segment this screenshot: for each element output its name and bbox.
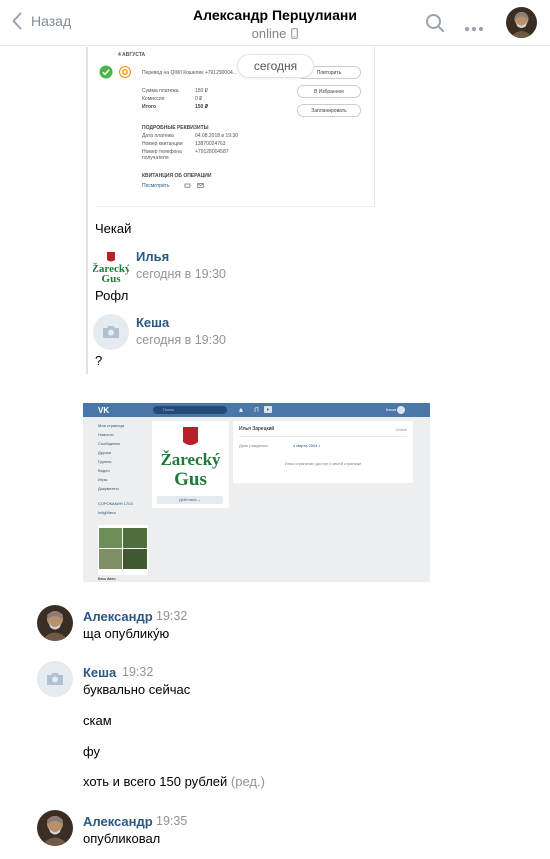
forwarded-sender-kesha[interactable]: Кеша bbox=[136, 315, 169, 330]
message-text: скам bbox=[83, 713, 112, 728]
play-icon bbox=[264, 406, 272, 413]
message-time[interactable]: 19:35 bbox=[156, 814, 187, 828]
receipt-detail-value: 04.08.2018 в 19:30 bbox=[195, 133, 238, 139]
vk-menu-item: Новости bbox=[98, 432, 114, 437]
forwarded-sender-ilya[interactable]: Илья bbox=[136, 249, 169, 264]
receipt-detail-value: 13870024763 bbox=[195, 141, 226, 147]
favorite-button: В Избранное bbox=[297, 85, 361, 98]
vk-menu-item: Друзья bbox=[98, 450, 111, 455]
zarecky-gus-logo[interactable]: Žarecký Gus bbox=[93, 250, 129, 284]
vk-menu-item: Документы bbox=[98, 486, 119, 491]
message-text: фу bbox=[83, 744, 101, 759]
avatar-alexander[interactable] bbox=[37, 605, 73, 641]
mobile-phone-icon bbox=[291, 28, 299, 39]
vk-birthday-value: 4 марта 2004 г. bbox=[293, 443, 321, 448]
message-time[interactable]: 19:32 bbox=[156, 609, 187, 623]
receipt-row-value: 150 ₽ bbox=[195, 104, 209, 110]
message-sender[interactable]: Александр bbox=[83, 609, 153, 624]
message-time[interactable]: 19:32 bbox=[122, 665, 153, 679]
vk-menu-item: Сообщения bbox=[98, 441, 120, 446]
svg-text:Gus: Gus bbox=[174, 469, 207, 489]
message-text: опубликовал bbox=[83, 831, 161, 846]
svg-text:Gus: Gus bbox=[102, 273, 122, 284]
check-success-icon bbox=[99, 65, 113, 79]
vk-photos-block bbox=[98, 525, 148, 575]
chat-header: Назад Александр Перцулиани online bbox=[0, 0, 550, 46]
print-icon bbox=[184, 183, 191, 188]
receipt-detail-label: Номер телефона получателя bbox=[142, 149, 182, 161]
message-sender[interactable]: Кеша bbox=[83, 665, 116, 680]
svg-text:Žarecký: Žarecký bbox=[160, 450, 221, 469]
vk-search: Поиск bbox=[153, 406, 227, 414]
receipt-detail-value: +79128004587 bbox=[195, 149, 229, 155]
message-text: ща опублику́ю bbox=[83, 626, 170, 641]
vk-menu-item: InfiglViera bbox=[98, 510, 116, 515]
vk-online: Online bbox=[395, 427, 407, 432]
vk-logo-icon: VK bbox=[98, 406, 109, 414]
vk-profile-screenshot[interactable]: VK Поиск Кеша Моя страница Новости Сообщ… bbox=[83, 403, 430, 582]
forwarded-messages-bar bbox=[86, 47, 88, 374]
avatar-alexander[interactable] bbox=[37, 810, 73, 846]
avatar-kesha[interactable] bbox=[37, 661, 73, 697]
forwarded-text: Рофл bbox=[95, 288, 129, 303]
receipt-row-value: 0 ₽ bbox=[195, 96, 203, 102]
qiwi-icon bbox=[119, 66, 131, 78]
vk-profile-card: Илья Зарецкий Online День рождения: 4 ма… bbox=[233, 421, 413, 483]
message-text-edited: хоть и всего 150 рублей (ред.) bbox=[83, 774, 265, 789]
vk-user-avatar bbox=[397, 406, 405, 414]
camera-icon bbox=[47, 673, 63, 685]
receipt-row-value: 150 ₽ bbox=[195, 88, 208, 94]
vk-profile-name: Илья Зарецкий bbox=[239, 426, 275, 432]
header-avatar[interactable] bbox=[506, 7, 537, 38]
receipt-details-heading: ПОДРОБНЫЕ РЕКВИЗИТЫ bbox=[142, 125, 209, 131]
vk-birthday-label: День рождения: bbox=[239, 443, 269, 448]
receipt-operation: Перевод на QIWI Кошелек +791290004... bbox=[142, 70, 237, 76]
zarecky-gus-logo: ŽareckýGus bbox=[160, 427, 221, 489]
vk-actions-button: Действия ⌄ bbox=[157, 496, 223, 504]
vk-menu-item: СОРОКАКИН 1703 bbox=[98, 501, 133, 506]
vk-topbar: VK Поиск Кеша bbox=[83, 403, 430, 417]
music-icon bbox=[254, 407, 259, 412]
more-options-icon[interactable] bbox=[464, 20, 484, 35]
receipt-detail-label: Номер квитанции bbox=[142, 141, 183, 147]
message-text: хоть и всего 150 рублей bbox=[83, 774, 228, 789]
online-status: online bbox=[252, 26, 299, 41]
camera-icon bbox=[103, 326, 119, 338]
vk-user-short: Кеша bbox=[386, 407, 396, 412]
receipt-row-label: Итого bbox=[142, 104, 157, 110]
vk-menu-item: Видео bbox=[98, 468, 110, 473]
repeat-label: Повторить bbox=[316, 69, 342, 76]
mail-icon bbox=[197, 183, 204, 188]
vk-avatar-card: Žarecký Gus Действия ⌄ bbox=[152, 421, 229, 508]
status-text: online bbox=[251, 26, 287, 41]
bell-icon bbox=[239, 408, 243, 412]
message-sender[interactable]: Александр bbox=[83, 814, 153, 829]
vk-menu-item: Моя страница bbox=[98, 423, 125, 428]
forwarded-time: сегодня в 19:30 bbox=[136, 267, 226, 281]
schedule-button: Запланировать bbox=[297, 104, 361, 117]
vk-menu-item: Группы bbox=[98, 459, 112, 464]
vk-menu-item: Игры bbox=[98, 477, 108, 482]
receipt-view-link: Посмотреть bbox=[142, 183, 170, 189]
vk-photos-label: Кеш Авто bbox=[98, 576, 116, 581]
camera-avatar[interactable] bbox=[93, 314, 129, 350]
receipt-detail-label: Дата платежа bbox=[142, 133, 174, 139]
receipt-row-label: Сумма платежа bbox=[142, 88, 179, 94]
receipt-section-heading: КВИТАНЦИЯ ОБ ОПЕРАЦИИ bbox=[142, 173, 212, 179]
edited-marker[interactable]: (ред.) bbox=[231, 774, 265, 789]
forwarded-text: ? bbox=[95, 353, 103, 368]
date-divider: сегодня bbox=[237, 54, 314, 78]
receipt-date: 4 АВГУСТА bbox=[118, 52, 146, 58]
vk-private-note: Илья ограничил доступ к своей странице bbox=[284, 461, 362, 466]
schedule-label: Запланировать bbox=[311, 107, 347, 114]
receipt-row-label: Комиссия bbox=[142, 96, 165, 102]
forwarded-caption: Чекай bbox=[95, 221, 132, 236]
message-text: буквально сейчас bbox=[83, 682, 191, 697]
favorite-label: В Избранное bbox=[313, 88, 345, 95]
forwarded-time: сегодня в 19:30 bbox=[136, 333, 226, 347]
search-icon[interactable] bbox=[425, 13, 445, 36]
svg-text:VK: VK bbox=[98, 406, 109, 414]
payment-receipt-image[interactable]: 4 АВГУСТА Перевод на QIWI Кошелек +79129… bbox=[95, 47, 375, 207]
